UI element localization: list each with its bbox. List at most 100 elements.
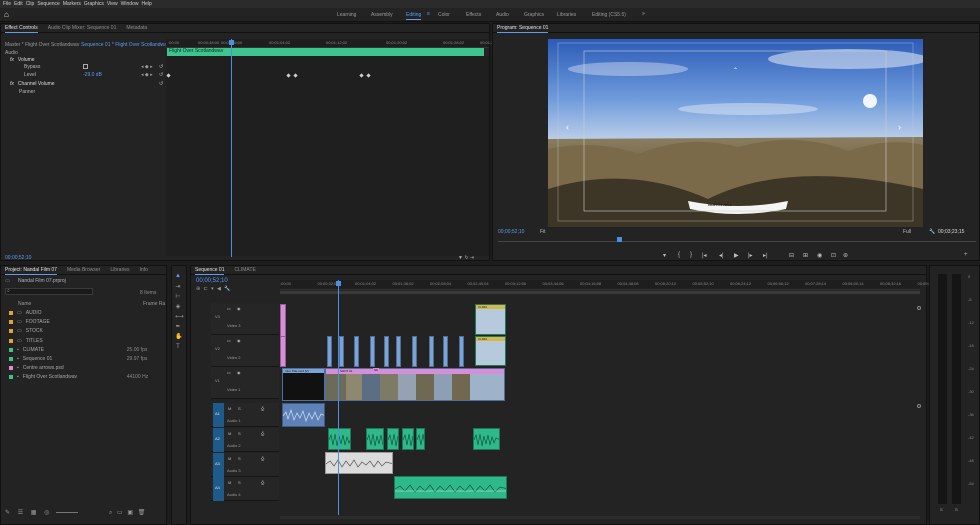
tab-climate[interactable]: CLIMATE xyxy=(234,267,255,273)
eye-icon[interactable]: ◉ xyxy=(237,338,241,343)
clip-v2[interactable] xyxy=(396,336,401,367)
clip-v2[interactable] xyxy=(327,336,332,367)
mic-icon[interactable]: ⎙ xyxy=(261,431,264,436)
clip-a2[interactable] xyxy=(402,428,414,450)
mute-button[interactable]: M xyxy=(228,456,231,461)
razor-tool-icon[interactable]: ◈ xyxy=(175,304,181,310)
clip-v2[interactable] xyxy=(412,336,417,367)
clip-a2[interactable] xyxy=(473,428,500,450)
timeline-playhead-handle[interactable] xyxy=(336,281,341,286)
clip-a2[interactable] xyxy=(366,428,384,450)
track-id[interactable]: A1 xyxy=(215,411,220,416)
work-area-bar[interactable] xyxy=(280,291,920,294)
quality-dropdown[interactable]: Full xyxy=(903,229,911,235)
v-scroll-handle[interactable] xyxy=(917,404,921,408)
tab-metadata[interactable]: Metadata xyxy=(126,25,147,31)
filter-icon[interactable]: ▼ ↻ ⇥ xyxy=(458,255,474,261)
clip-a4[interactable] xyxy=(394,476,507,499)
project-item[interactable]: ▪ Flight Over Scotlandwav 44100 Hz xyxy=(9,373,164,381)
reset-icon[interactable]: ↺ xyxy=(159,72,163,78)
solo-button[interactable]: S xyxy=(238,456,241,461)
comparison-view-icon[interactable]: ⊛ xyxy=(843,252,848,259)
type-tool-icon[interactable]: T xyxy=(175,344,181,350)
add-marker-icon[interactable]: ▾ xyxy=(663,252,666,259)
clip-v2[interactable] xyxy=(370,336,375,367)
program-scrub-bar[interactable] xyxy=(498,238,976,242)
clip-v2[interactable] xyxy=(443,336,448,367)
solo-button[interactable]: S xyxy=(238,406,241,411)
clip-v3-psd[interactable] xyxy=(280,304,286,337)
program-video-frame[interactable]: NORTH HILL ‹ › ⌃ xyxy=(548,39,923,227)
clip-a2[interactable] xyxy=(328,428,351,450)
workspace-tab-assembly[interactable]: Assembly xyxy=(371,12,393,18)
project-item[interactable]: ▭ STOCK xyxy=(9,327,164,335)
keyframe-nav-icon[interactable]: ◂ ◆ ▸ xyxy=(141,72,153,78)
pen-tool-icon[interactable]: ✒ xyxy=(175,324,181,330)
reset-icon[interactable]: ↺ xyxy=(159,81,163,87)
clip-v2[interactable] xyxy=(354,336,359,367)
workspace-tab-effects[interactable]: Effects xyxy=(466,12,481,18)
project-item[interactable]: ▪ Sequence 01 29.97 fps xyxy=(9,355,164,363)
ec-timecode[interactable]: 00;00;52;10 xyxy=(5,255,31,261)
master-clip-label[interactable]: Master * Flight Over Scotlandwav xyxy=(5,42,79,48)
tab-effect-controls[interactable]: Effect Controls xyxy=(5,25,38,33)
menu-item-edit[interactable]: Edit xyxy=(14,1,23,7)
project-footer-icons[interactable]: ✎ ☰ ▦ ◎ xyxy=(5,509,49,516)
nav-left-icon[interactable]: ‹ xyxy=(566,122,569,132)
mute-button[interactable]: M xyxy=(228,480,231,485)
project-item[interactable]: ▭ AUDIO xyxy=(9,309,164,317)
clip-a3[interactable] xyxy=(325,452,393,474)
go-to-in-icon[interactable]: |◂ xyxy=(702,252,707,259)
go-to-out-icon[interactable]: ▸| xyxy=(763,252,768,259)
mark-out-icon[interactable]: } xyxy=(690,252,692,258)
slip-tool-icon[interactable]: ⟷ xyxy=(175,314,184,320)
project-search-input[interactable] xyxy=(5,288,93,295)
clip-a2[interactable] xyxy=(387,428,399,450)
program-timecode[interactable]: 00;00;52;10 xyxy=(498,229,524,235)
clip-v2-climate[interactable]: CLIMA xyxy=(475,336,506,366)
export-frame-icon[interactable]: ◉ xyxy=(817,252,822,259)
extract-icon[interactable]: ⊞ xyxy=(803,252,808,259)
keyframe-area[interactable] xyxy=(166,56,489,256)
fx-icon[interactable]: fx xyxy=(10,57,14,63)
tab-libraries[interactable]: Libraries xyxy=(110,267,129,273)
nav-up-icon[interactable]: ⌃ xyxy=(733,67,738,74)
mic-icon[interactable]: ⎙ xyxy=(261,456,264,461)
level-value[interactable]: -29.0 dB xyxy=(83,72,102,78)
workspace-tab-graphics[interactable]: Graphics xyxy=(524,12,544,18)
project-item[interactable]: ▭ FOOTAGE xyxy=(9,318,164,326)
tab-sequence-01[interactable]: Sequence 01 xyxy=(195,267,225,275)
fx-icon[interactable]: fx xyxy=(10,81,14,87)
clip-v2[interactable] xyxy=(339,336,344,367)
track-id[interactable]: A4 xyxy=(215,485,220,490)
lock-icon[interactable]: ▭ xyxy=(227,338,231,343)
zoom-slider[interactable] xyxy=(56,512,78,513)
clip-a1[interactable] xyxy=(282,403,325,427)
home-icon[interactable]: ⌂ xyxy=(4,10,13,19)
tab-info[interactable]: Info xyxy=(140,267,148,273)
workspace-tab-libraries[interactable]: Libraries xyxy=(557,12,576,18)
mute-button[interactable]: M xyxy=(228,431,231,436)
project-item[interactable]: ▪ Centre arrows.psd xyxy=(9,364,164,372)
menu-item-graphics[interactable]: Graphics xyxy=(84,1,104,7)
play-icon[interactable]: ▶ xyxy=(734,252,739,259)
track-select-tool-icon[interactable]: ⇥ xyxy=(175,284,181,290)
sequence-clip-label[interactable]: Sequence 01 * Flight Over Scotlandwav xyxy=(81,42,169,48)
timeline-ruler[interactable]: ;00;00 00;00;32;00 00;01;04;02 00;01;36;02 0… xyxy=(280,280,939,290)
ec-clip-bar[interactable]: Flight Over Scotlandwav xyxy=(167,48,484,56)
program-title[interactable]: Program: Sequence 01 xyxy=(497,25,549,33)
mark-in-icon[interactable]: { xyxy=(678,252,680,258)
tab-project-nandal-film-07[interactable]: Project: Nandal Film 07 xyxy=(5,267,57,275)
clip-v2[interactable] xyxy=(459,336,464,367)
ec-playhead-handle[interactable] xyxy=(229,40,234,45)
selection-tool-icon[interactable]: ▲ xyxy=(175,273,181,279)
keyframe-nav-icon[interactable]: ◂ ◆ ▸ xyxy=(141,64,153,70)
lock-icon[interactable]: ▭ xyxy=(227,370,231,375)
workspace-tab-audio[interactable]: Audio xyxy=(496,12,509,18)
project-footer-actions[interactable]: ⌕ ▭ ▣ 🗑 xyxy=(109,509,145,517)
mic-icon[interactable]: ⎙ xyxy=(261,480,264,485)
workspace-tab-learning[interactable]: Learning xyxy=(337,12,356,18)
menu-item-markers[interactable]: Markers xyxy=(63,1,81,7)
solo-button[interactable]: S xyxy=(238,480,241,485)
timeline-playhead[interactable] xyxy=(338,280,339,515)
